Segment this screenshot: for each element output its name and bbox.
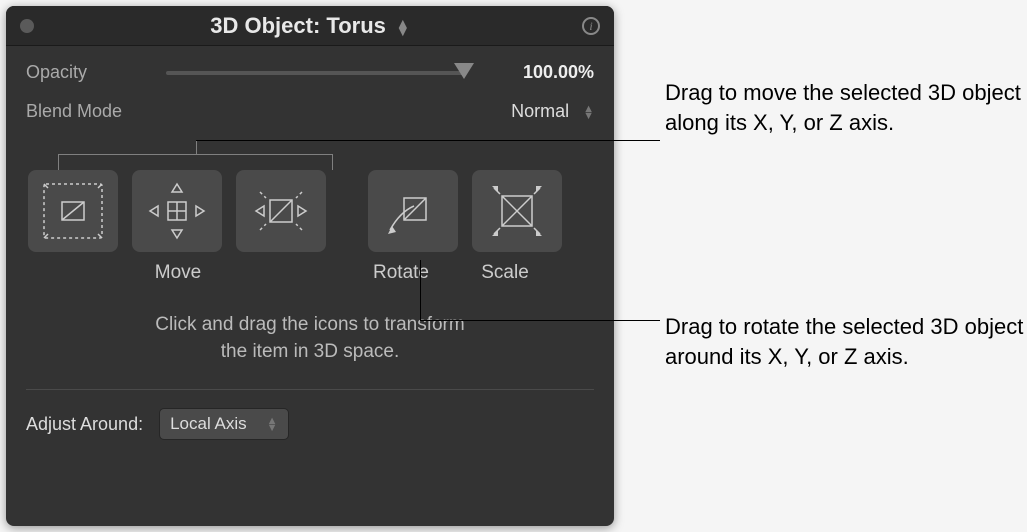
rotate-label: Rotate — [356, 262, 446, 284]
opacity-label: Opacity — [26, 62, 156, 83]
move-depth-icon — [246, 178, 316, 244]
scale-label: Scale — [460, 262, 550, 284]
callout-rotate: Drag to rotate the selected 3D object ar… — [665, 312, 1025, 371]
adjust-around-row: Adjust Around: Local Axis ▲▼ — [6, 390, 614, 440]
blend-mode-row: Blend Mode Normal ▲▼ — [6, 101, 614, 122]
updown-chevron-icon[interactable]: ▲▼ — [583, 105, 594, 119]
callout-connector — [420, 260, 421, 320]
callout-connector — [196, 140, 660, 141]
callout-connector — [420, 320, 660, 321]
updown-chevron-icon: ▲▼ — [267, 417, 278, 431]
callout-move: Drag to move the selected 3D object alon… — [665, 78, 1025, 137]
move-z-icon — [142, 178, 212, 244]
window-control-dot[interactable] — [20, 19, 34, 33]
callout-connector — [196, 140, 197, 154]
move-label: Move — [28, 262, 328, 284]
blend-mode-label: Blend Mode — [26, 101, 156, 122]
tool-labels: Move Rotate Scale — [6, 252, 614, 284]
updown-chevron-icon: ▲▼ — [396, 18, 410, 34]
transform-tools — [6, 170, 614, 252]
rotate-button[interactable] — [368, 170, 458, 252]
hint-text: Click and drag the icons to transform th… — [6, 284, 614, 365]
scale-button[interactable] — [472, 170, 562, 252]
adjust-around-value: Local Axis — [170, 414, 247, 434]
title-dropdown[interactable]: 3D Object: Torus ▲▼ — [210, 13, 409, 39]
opacity-value[interactable]: 100.00% — [484, 62, 594, 83]
move-depth-button[interactable] — [236, 170, 326, 252]
blend-mode-value[interactable]: Normal — [156, 101, 577, 122]
move-z-button[interactable] — [132, 170, 222, 252]
info-icon[interactable]: i — [582, 17, 600, 35]
titlebar: 3D Object: Torus ▲▼ i — [6, 6, 614, 46]
adjust-around-label: Adjust Around: — [26, 414, 143, 435]
adjust-around-dropdown[interactable]: Local Axis ▲▼ — [159, 408, 288, 440]
rotate-icon — [378, 178, 448, 244]
opacity-row: Opacity 100.00% — [6, 62, 614, 83]
inspector-panel: 3D Object: Torus ▲▼ i Opacity 100.00% Bl… — [6, 6, 614, 526]
move-xy-icon — [38, 178, 108, 244]
bracket-move-group — [58, 154, 333, 170]
slider-thumb-icon[interactable] — [454, 63, 474, 79]
hint-line1: Click and drag the icons to transform — [46, 312, 574, 339]
hint-line2: the item in 3D space. — [46, 339, 574, 366]
panel-title: 3D Object: Torus — [210, 13, 386, 39]
opacity-slider[interactable] — [166, 71, 466, 75]
move-xy-button[interactable] — [28, 170, 118, 252]
scale-icon — [482, 178, 552, 244]
